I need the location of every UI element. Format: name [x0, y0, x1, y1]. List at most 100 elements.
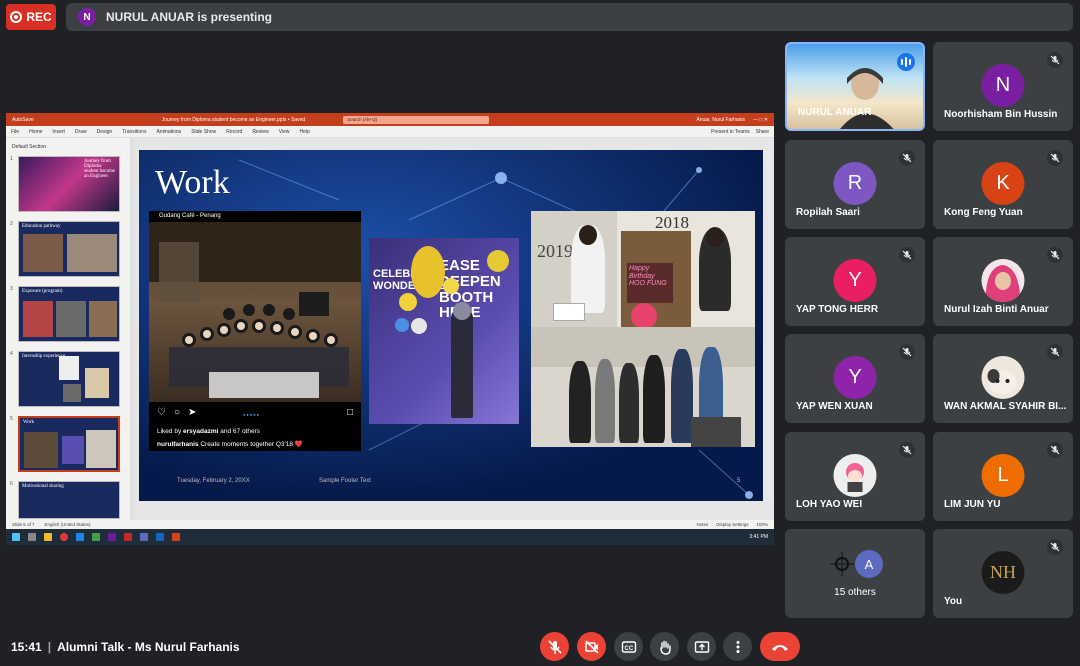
ribbon-tab: Help: [299, 128, 310, 135]
participant-tile[interactable]: Y YAP TONG HERR: [785, 237, 925, 326]
hang-up-icon: [772, 644, 788, 651]
ribbon-tab: Draw: [74, 128, 87, 135]
separator: |: [47, 640, 52, 654]
avatar: Y: [833, 356, 877, 399]
present-screen-button[interactable]: [687, 632, 716, 661]
recording-label: REC: [26, 10, 52, 24]
microphone-toggle-button[interactable]: [540, 632, 569, 661]
participant-tile-presenter[interactable]: NURUL ANUAR: [785, 42, 925, 131]
mic-off-icon: [1047, 247, 1063, 263]
booth-banner-left: CELEBRATE WONDERFUL: [373, 268, 445, 293]
participant-tile[interactable]: LOH YAO WEI: [785, 432, 925, 521]
participant-tile[interactable]: R Ropilah Saari: [785, 140, 925, 229]
file-explorer-icon: [44, 533, 52, 541]
chrome-icon: [60, 533, 68, 541]
thumb-title: Motivational sharing: [22, 484, 64, 489]
thumb-title: Education pathway: [22, 224, 61, 229]
team-photo: [531, 327, 755, 447]
others-tile[interactable]: A 15 others: [785, 529, 925, 618]
participant-name: WAN AKMAL SYAHIR BI...: [944, 401, 1067, 412]
avatar: N: [981, 64, 1025, 107]
comment-icon: ○: [173, 407, 181, 418]
slide-thumbnail: Journey from Diploma student become an E…: [18, 156, 120, 212]
mic-off-icon: [899, 344, 915, 360]
ppt-workspace: Default Section 1 Journey from Diploma s…: [6, 138, 774, 520]
bookmark-icon: □: [346, 407, 353, 418]
windows-taskbar: 3:41 PM: [6, 529, 774, 545]
participant-name: NURUL ANUAR: [798, 107, 872, 118]
cartoon-avatar-graphic: [846, 463, 864, 492]
ppt-title-bar: AutoSave Journey from Diploma student be…: [6, 113, 774, 126]
captions-button[interactable]: CC: [614, 632, 643, 661]
ribbon-tab: View: [278, 128, 290, 135]
thumb-number: 6: [10, 481, 13, 487]
year-sign-left: 2019: [537, 241, 573, 261]
participant-tile[interactable]: L LIM JUN YU: [933, 432, 1073, 521]
ribbon-tab: Slide Show: [191, 128, 217, 135]
instagram-post: Gudang Café - Penang ♡ ○ ➤ ●●●●● □ Liked…: [149, 211, 361, 451]
participant-tile[interactable]: WAN AKMAL SYAHIR BI...: [933, 334, 1073, 423]
display-settings-button: Display Settings: [716, 522, 749, 527]
camera-toggle-button[interactable]: [577, 632, 606, 661]
meeting-title: Alumni Talk - Ms Nurul Farhanis: [57, 640, 240, 654]
share-button: Share: [755, 128, 769, 135]
slide-thumbnail: Education pathway: [18, 221, 120, 277]
meeting-info: 15:41 | Alumni Talk - Ms Nurul Farhanis: [11, 640, 240, 654]
ig-action-icons: ♡ ○ ➤: [157, 407, 196, 418]
ribbon-tab: Transitions: [122, 128, 147, 135]
crosshair-icon: [827, 549, 857, 579]
participant-tile[interactable]: N Noorhisham Bin Hussin: [933, 42, 1073, 131]
thumb-number: 1: [10, 156, 13, 162]
mic-off-icon: [1047, 344, 1063, 360]
others-count: 15 others: [834, 587, 876, 598]
send-icon: ➤: [188, 407, 197, 418]
speaking-indicator-icon: [897, 53, 915, 71]
participant-name: Noorhisham Bin Hussin: [944, 109, 1058, 120]
slide-scrollbar: [767, 150, 772, 501]
mic-off-icon: [899, 247, 915, 263]
more-options-button[interactable]: [723, 632, 752, 661]
participant-name: Kong Feng Yuan: [944, 207, 1023, 218]
slide-thumbnail-active: Work: [18, 416, 120, 472]
recording-badge[interactable]: REC: [6, 4, 56, 30]
window-controls-icon: — □ ✕: [753, 116, 768, 123]
powerpoint-icon: [172, 533, 180, 541]
presenting-text: NURUL ANUAR is presenting: [106, 10, 273, 24]
presenting-banner: N NURUL ANUAR is presenting: [66, 3, 1073, 31]
outlook-icon: [76, 533, 84, 541]
avatar: Y: [833, 259, 877, 302]
zoom-level: 100%: [756, 522, 768, 527]
app-icon: [124, 533, 132, 541]
ppt-document-title: Journey from Diploma student become an E…: [161, 116, 306, 123]
slide-footer-text: Sample Footer Text: [319, 478, 371, 484]
thumb-number: 2: [10, 221, 13, 227]
end-call-button[interactable]: [760, 632, 800, 661]
participant-name: YAP TONG HERR: [796, 304, 879, 315]
slide-footer-date: Tuesday, February 2, 20XX: [177, 478, 250, 484]
ppt-ribbon: File Home Insert Draw Design Transitions…: [6, 126, 774, 138]
teams-icon: [140, 533, 148, 541]
ig-location: Gudang Café - Penang: [159, 213, 221, 219]
year-sign-right: 2018: [655, 213, 689, 232]
ribbon-tab: Review: [252, 128, 269, 135]
participant-tile-self[interactable]: NH You: [933, 529, 1073, 618]
participant-tile[interactable]: K Kong Feng Yuan: [933, 140, 1073, 229]
ppt-status-bar: Slide 5 of 7 English (United States) Not…: [6, 520, 774, 529]
ribbon-tab: File: [11, 128, 20, 135]
heart-icon: ♡: [157, 407, 166, 418]
more-vert-icon: [736, 640, 739, 653]
thumb-title: Work: [23, 420, 34, 425]
participant-tile[interactable]: Y YAP WEN XUAN: [785, 334, 925, 423]
avatar: [981, 259, 1025, 302]
section-title: Default Section: [12, 144, 46, 150]
thumb-number: 5: [10, 416, 13, 422]
hand-icon: [659, 640, 671, 655]
participant-tile[interactable]: Nurul Izah Binti Anuar: [933, 237, 1073, 326]
participant-name: Nurul Izah Binti Anuar: [944, 304, 1049, 315]
participant-name: YAP WEN XUAN: [796, 401, 873, 412]
booth-photo: CELEBRATE WONDERFUL EASE DEEPEN BOOTH HE…: [369, 238, 519, 424]
raise-hand-button[interactable]: [650, 632, 679, 661]
closed-captions-icon: CC: [621, 640, 636, 653]
group-photo: [149, 222, 361, 402]
ig-caption: nurulfarhanis Create moments together Q3…: [157, 441, 303, 448]
